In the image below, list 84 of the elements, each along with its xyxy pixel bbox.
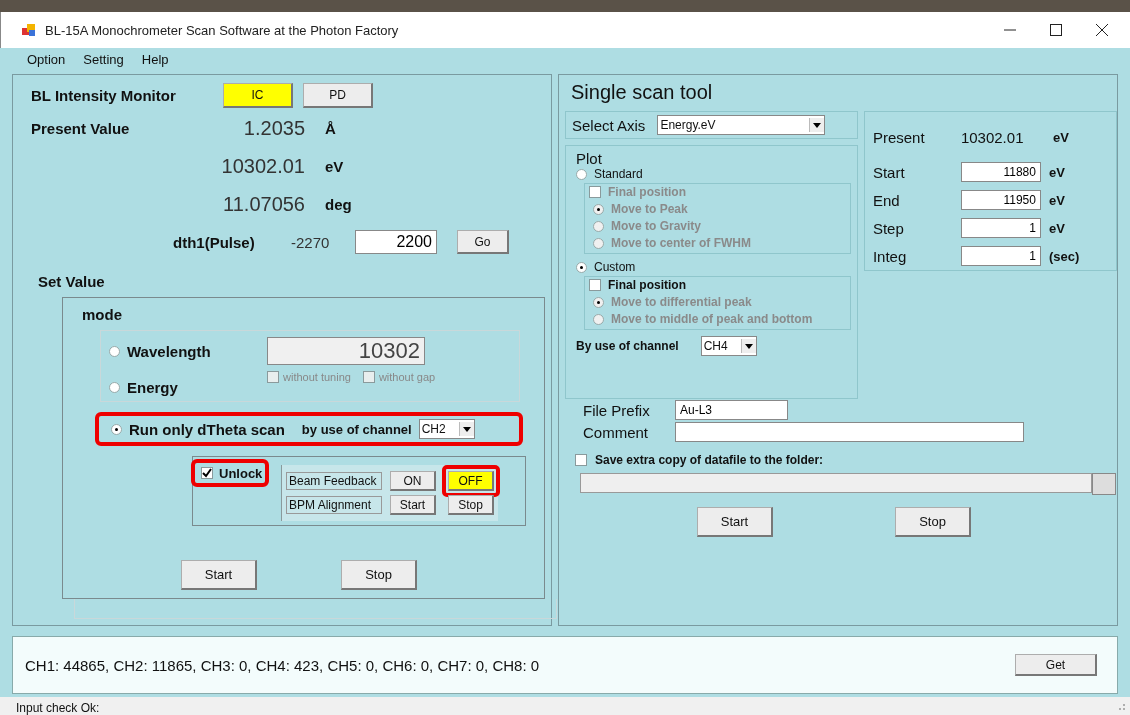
parameter-label: Step [872,219,905,237]
channel-label: By use of channel [576,339,679,353]
radio-button[interactable] [109,345,120,357]
parameter-label: Integ [872,247,908,265]
plot-title: Plot [576,150,603,167]
present-value: 10302.01 [960,128,1025,146]
channel-dropdown[interactable]: CH2 [418,419,475,439]
dth1-input[interactable]: 2200 [355,230,437,254]
checkbox-label[interactable]: Final position [608,278,686,292]
present-value: 10302.01 [220,154,305,178]
action-button[interactable]: Stop [341,560,417,590]
checkbox[interactable] [362,371,375,383]
checkbox[interactable] [201,467,213,479]
monitor-button[interactable]: PD [303,82,373,108]
checkbox-label[interactable]: Save extra copy of datafile to the folder: [595,453,824,467]
radio-label[interactable]: Wavelength [127,342,211,360]
checkbox[interactable] [575,454,587,466]
monitor-label: BL Intensity Monitor [31,86,177,104]
parameter-input[interactable]: 11950 [960,190,1041,210]
present-label: Present [872,128,926,146]
parameter-label: End [872,191,901,209]
checkbox-label[interactable]: Unlock [219,465,263,481]
control-button[interactable]: Stop [448,495,494,515]
radio-button[interactable] [109,381,120,393]
action-button[interactable]: Stop [895,507,971,537]
go-button[interactable]: Go [457,230,509,254]
comment-input[interactable] [675,422,1024,442]
panel-title: Single scan tool [571,81,714,105]
mode-title: mode [82,306,123,325]
checkbox[interactable] [589,279,601,291]
present-value-label: Present Value [31,119,131,137]
checkbox[interactable] [267,371,279,383]
present-value: 1.2035 [242,116,305,140]
unit-label: eV [1052,129,1069,145]
control-label: BPM Alignment [286,496,382,514]
channel-readout: CH1: 44865, CH2: 11865, CH3: 0, CH4: 423, CH5: 0, CH6: 0, CH7: 0, CH8: 0 [25,656,540,674]
channel-dropdown[interactable]: CH4 [700,336,757,356]
radio-label[interactable]: Custom [594,260,636,274]
folder-path-field[interactable] [580,473,1092,493]
unit-label: eV [1048,220,1065,236]
monitor-button[interactable]: IC [223,82,293,108]
control-button[interactable]: Start [390,495,436,515]
menu-item[interactable]: Setting [83,51,124,67]
control-button[interactable]: ON [390,471,436,491]
file-prefix-input[interactable]: Au-L3 [675,400,788,420]
radio-button[interactable] [576,168,587,180]
unit-label: eV [1048,192,1065,208]
radio-button[interactable] [111,423,122,435]
get-button[interactable]: Get [1015,654,1097,676]
radio-label[interactable]: Energy [127,378,178,396]
browse-button[interactable] [1092,473,1116,495]
unit-label: eV [325,157,344,175]
unit-label: Å [325,119,336,137]
maximize-icon[interactable] [1050,24,1062,36]
unit-label: deg [325,195,352,213]
window-title: BL-15A Monochrometer Scan Software at the Photon Factory [45,22,399,38]
menu-item[interactable]: Option [27,51,66,67]
dth1-reading: -2270 [291,233,331,251]
radio-label[interactable]: Standard [594,167,643,181]
action-button[interactable]: Start [181,560,257,590]
channel-label: by use of channel [301,421,412,437]
unit-label: eV [1048,164,1065,180]
control-label: Beam Feedback [286,472,382,490]
parameter-input[interactable]: 1 [960,246,1041,266]
app-icon [21,22,37,38]
menu-item[interactable]: Help [141,51,169,67]
axis-label: Select Axis [572,116,646,134]
radio-button[interactable] [576,261,587,273]
resize-grip-icon[interactable] [1118,703,1126,713]
comment-label: Comment [583,423,650,441]
status-text: Input check Ok: [16,701,100,715]
set-value-label: Set Value [38,273,106,292]
action-button[interactable]: Start [697,507,773,537]
file-prefix-label: File Prefix [583,401,651,419]
control-button[interactable]: OFF [448,471,494,491]
present-value: 11.07056 [222,192,305,216]
parameter-label: Start [872,163,906,181]
parameter-input[interactable]: 1 [960,218,1041,238]
unit-label: (sec) [1048,248,1080,264]
parameter-input[interactable]: 11880 [960,162,1041,182]
close-icon[interactable] [1096,24,1108,36]
radio-label[interactable]: Run only dTheta scan [129,420,285,438]
dth1-label: dth1(Pulse) [173,233,256,251]
axis-dropdown[interactable]: Energy.eV [657,115,826,135]
